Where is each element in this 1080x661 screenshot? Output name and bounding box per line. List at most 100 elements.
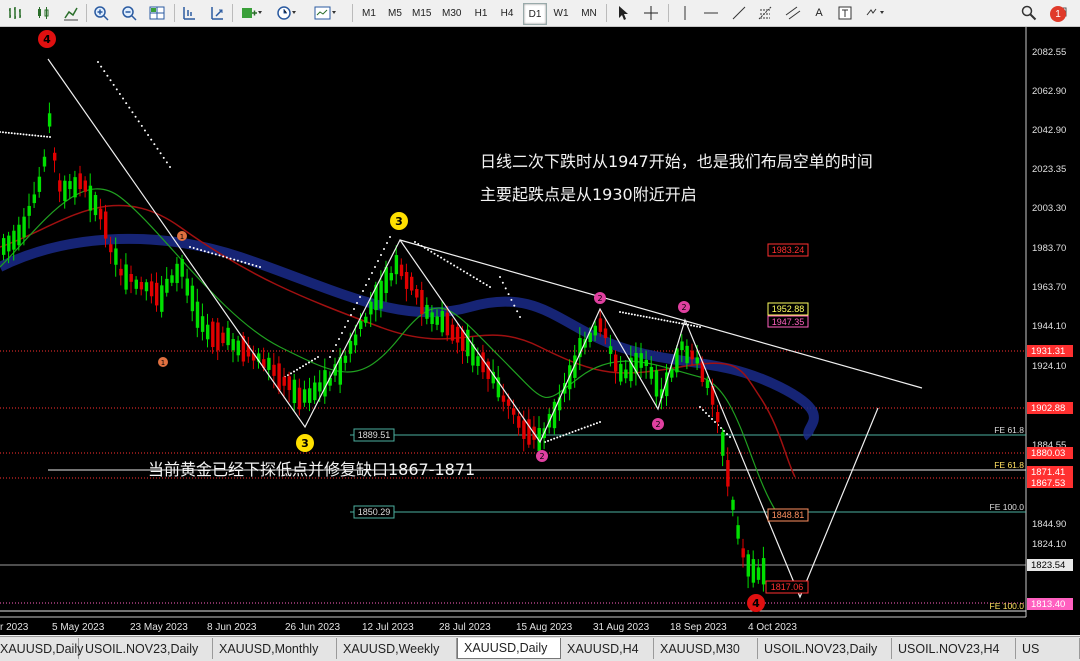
psar-dot <box>627 312 630 315</box>
psar-dot <box>131 111 134 114</box>
psar-dot <box>125 102 128 105</box>
psar-dot <box>453 264 456 267</box>
candle-body <box>721 432 725 456</box>
psar-dot <box>240 260 243 263</box>
timeframe-m30[interactable]: M30 <box>440 3 463 23</box>
psar-dot <box>562 434 565 437</box>
psar-dot <box>189 246 191 248</box>
date-tick: r 2023 <box>0 622 29 633</box>
psar-dot <box>592 423 595 426</box>
psar-dot <box>636 314 639 317</box>
horizontal-line-icon[interactable] <box>702 3 720 23</box>
psar-dot <box>233 258 236 261</box>
psar-dot <box>642 315 645 318</box>
zoom-out-icon[interactable] <box>120 3 138 23</box>
psar-dot <box>427 248 430 251</box>
psar-dot <box>645 316 648 318</box>
psar-dot <box>516 310 519 313</box>
trendline-icon[interactable] <box>730 3 748 23</box>
chart-shift-icon[interactable] <box>180 3 198 23</box>
psar-dot <box>162 156 165 159</box>
arrows-shapes-icon[interactable] <box>864 3 888 23</box>
tag-1983: 1983.24 <box>772 245 805 255</box>
candle-body <box>731 499 735 510</box>
candle-body <box>114 248 118 265</box>
bar-chart-icon[interactable] <box>6 3 24 23</box>
cursor-arrow-icon[interactable] <box>614 3 632 23</box>
fibonacci-icon[interactable] <box>756 3 774 23</box>
tab-xauusd-monthly[interactable]: XAUUSD,Monthly <box>213 638 337 659</box>
tab-xauusd-weekly[interactable]: XAUUSD,Weekly <box>337 638 457 659</box>
psar-dot <box>377 260 379 262</box>
psar-dot <box>456 266 459 269</box>
candle-body <box>216 322 220 351</box>
text-label-icon[interactable] <box>836 3 854 23</box>
psar-dot <box>137 120 140 123</box>
tab-xauusd-m30[interactable]: XAUUSD,M30 <box>654 638 758 659</box>
timeframe-m15[interactable]: M15 <box>410 3 433 23</box>
psar-dot <box>678 322 681 325</box>
candle-body <box>705 380 710 389</box>
candle-body <box>12 230 16 250</box>
price-chart[interactable]: FE 61.8 FE 61.8 FE 100.0 FE 100.0 1889.5… <box>0 27 1080 635</box>
timeframe-h1[interactable]: H1 <box>470 3 492 23</box>
candle-body <box>639 353 643 368</box>
psar-dot <box>648 316 651 319</box>
candle-body <box>736 525 740 539</box>
tab-us[interactable]: US <box>1016 638 1080 659</box>
psar-dot <box>436 254 439 257</box>
psar-dot <box>147 134 150 137</box>
psar-dot <box>40 135 43 138</box>
templates-icon[interactable] <box>314 3 338 23</box>
psar-dot <box>705 412 707 414</box>
psar-dot <box>13 132 16 135</box>
crosshair-icon[interactable] <box>642 3 660 23</box>
tag-1848: 1848.81 <box>772 510 805 520</box>
candle-body <box>455 326 460 343</box>
timeframe-m5[interactable]: M5 <box>384 3 406 23</box>
zoom-in-icon[interactable] <box>92 3 110 23</box>
psar-dot <box>329 356 331 358</box>
psar-dot <box>207 251 210 254</box>
channel-icon[interactable] <box>784 3 802 23</box>
candle-body <box>206 324 210 340</box>
candle-body <box>649 366 654 379</box>
candle-body <box>68 181 72 190</box>
timeframe-h4[interactable]: H4 <box>496 3 518 23</box>
candle-body <box>593 325 597 336</box>
indicators-icon[interactable] <box>240 3 262 23</box>
timeframe-w1[interactable]: W1 <box>550 3 572 23</box>
svg-text:2: 2 <box>681 303 686 312</box>
tab-xauusd-h4[interactable]: XAUUSD,H4 <box>561 638 654 659</box>
line-chart-icon[interactable] <box>62 3 80 23</box>
candlestick-icon[interactable] <box>34 3 52 23</box>
candle-body <box>165 278 169 293</box>
tab-usoil-h4[interactable]: USOIL.NOV23,H4 <box>892 638 1016 659</box>
periodicity-clock-icon[interactable] <box>276 3 298 23</box>
candle-body <box>47 113 52 127</box>
timeframe-d1[interactable]: D1 <box>523 3 547 25</box>
psar-dot <box>317 356 319 358</box>
candle-body <box>83 180 87 192</box>
candle-body <box>348 340 353 354</box>
timeframe-mn[interactable]: MN <box>578 3 600 23</box>
candle-body <box>746 554 750 577</box>
autoscroll-icon[interactable] <box>208 3 226 23</box>
wave-label-4-bottom: 4 <box>747 594 765 612</box>
tag-1952: 1952.88 <box>772 304 805 314</box>
text-tool-icon[interactable]: A <box>810 3 828 23</box>
vertical-line-icon[interactable] <box>676 3 694 23</box>
tile-windows-icon[interactable] <box>148 3 166 23</box>
tab-xauusd-daily-active[interactable]: XAUUSD,Daily <box>457 638 561 659</box>
psar-dot <box>619 311 621 313</box>
svg-text:1867.53: 1867.53 <box>1031 478 1065 489</box>
psar-dot <box>308 361 310 364</box>
search-icon[interactable] <box>1020 3 1038 23</box>
notifications-button[interactable]: 1 <box>1050 3 1074 23</box>
tab-usoil-daily-2[interactable]: USOIL.NOV23,Daily <box>758 638 892 659</box>
psar-dot <box>386 242 388 244</box>
tab-usoil-daily[interactable]: USOIL.NOV23,Daily <box>79 638 213 659</box>
tab-xauusd-daily[interactable]: XAUUSD,Daily <box>0 638 83 659</box>
timeframe-m1[interactable]: M1 <box>358 3 380 23</box>
wave-label-3-bottom: 3 <box>296 434 314 452</box>
